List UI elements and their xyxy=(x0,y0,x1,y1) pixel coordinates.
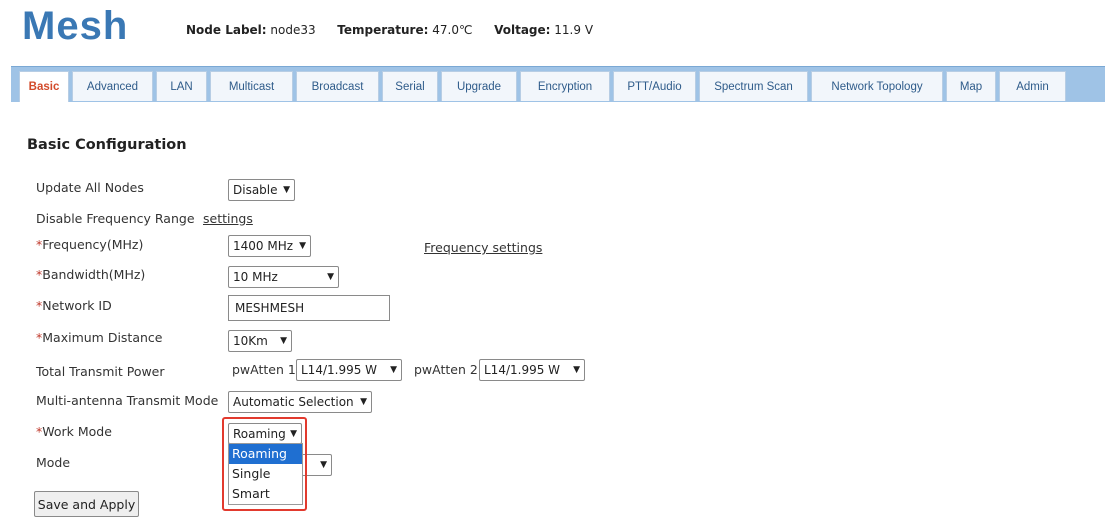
multi-antenna-label: Multi-antenna Transmit Mode xyxy=(36,393,219,408)
tab-ptt-audio[interactable]: PTT/Audio xyxy=(613,71,696,101)
mode-label: Mode xyxy=(36,455,71,470)
maximum-distance-value: 10Km xyxy=(233,334,268,348)
frequency-label: *Frequency(MHz) xyxy=(36,237,143,252)
total-transmit-power-label: Total Transmit Power xyxy=(36,364,165,379)
maximum-distance-label-text: Maximum Distance xyxy=(42,330,163,345)
chevron-down-icon: ▼ xyxy=(280,336,287,346)
network-id-input[interactable]: MESHMESH xyxy=(228,295,390,321)
tab-bar: Basic Advanced LAN Multicast Broadcast S… xyxy=(11,66,1105,102)
pwatten1-label: pwAtten 1 xyxy=(232,362,296,377)
tab-upgrade[interactable]: Upgrade xyxy=(441,71,517,101)
bandwidth-label-text: Bandwidth(MHz) xyxy=(42,267,146,282)
voltage-value: 11.9 V xyxy=(554,23,594,37)
chevron-down-icon: ▼ xyxy=(320,460,327,470)
tab-spectrum-scan[interactable]: Spectrum Scan xyxy=(699,71,808,101)
voltage-key: Voltage: xyxy=(494,23,551,37)
highlight-annotation-box xyxy=(222,417,307,511)
pwatten1-value: L14/1.995 W xyxy=(301,363,378,377)
tab-lan[interactable]: LAN xyxy=(156,71,207,101)
work-mode-label: *Work Mode xyxy=(36,424,112,439)
app-logo: Mesh xyxy=(22,4,129,48)
tab-multicast[interactable]: Multicast xyxy=(210,71,293,101)
chevron-down-icon: ▼ xyxy=(573,365,580,375)
multi-antenna-value: Automatic Selection xyxy=(233,395,354,409)
tab-encryption[interactable]: Encryption xyxy=(520,71,610,101)
tab-serial[interactable]: Serial xyxy=(382,71,438,101)
tab-map[interactable]: Map xyxy=(946,71,996,101)
save-and-apply-button[interactable]: Save and Apply xyxy=(34,491,139,517)
disable-frequency-settings-link[interactable]: settings xyxy=(203,211,253,226)
disable-frequency-range-label: Disable Frequency Range xyxy=(36,211,195,226)
temperature-value: 47.0℃ xyxy=(432,23,473,37)
update-all-nodes-label: Update All Nodes xyxy=(36,180,144,195)
status-bar: Node Label: node33 Temperature: 47.0℃ Vo… xyxy=(186,23,593,37)
network-id-label: *Network ID xyxy=(36,298,112,313)
bandwidth-value: 10 MHz xyxy=(233,270,278,284)
chevron-down-icon: ▼ xyxy=(283,185,290,195)
bandwidth-select[interactable]: 10 MHz ▼ xyxy=(228,266,339,288)
frequency-value: 1400 MHz xyxy=(233,239,294,253)
network-id-label-text: Network ID xyxy=(42,298,112,313)
chevron-down-icon: ▼ xyxy=(360,397,367,407)
tab-advanced[interactable]: Advanced xyxy=(72,71,153,101)
chevron-down-icon: ▼ xyxy=(299,241,306,251)
section-title: Basic Configuration xyxy=(27,137,187,153)
tab-admin[interactable]: Admin xyxy=(999,71,1066,101)
node-label-key: Node Label: xyxy=(186,23,267,37)
pwatten2-select[interactable]: L14/1.995 W ▼ xyxy=(479,359,585,381)
frequency-label-text: Frequency(MHz) xyxy=(42,237,144,252)
tab-network-topology[interactable]: Network Topology xyxy=(811,71,943,101)
multi-antenna-select[interactable]: Automatic Selection ▼ xyxy=(228,391,372,413)
pwatten2-label: pwAtten 2 xyxy=(414,362,478,377)
tab-basic[interactable]: Basic xyxy=(19,71,69,102)
update-all-nodes-value: Disable xyxy=(233,183,278,197)
maximum-distance-label: *Maximum Distance xyxy=(36,330,162,345)
frequency-settings-link[interactable]: Frequency settings xyxy=(424,240,542,255)
temperature-key: Temperature: xyxy=(337,23,429,37)
pwatten1-select[interactable]: L14/1.995 W ▼ xyxy=(296,359,402,381)
frequency-select[interactable]: 1400 MHz ▼ xyxy=(228,235,311,257)
pwatten2-value: L14/1.995 W xyxy=(484,363,561,377)
chevron-down-icon: ▼ xyxy=(327,272,334,282)
update-all-nodes-select[interactable]: Disable ▼ xyxy=(228,179,295,201)
tab-broadcast[interactable]: Broadcast xyxy=(296,71,379,101)
bandwidth-label: *Bandwidth(MHz) xyxy=(36,267,145,282)
work-mode-label-text: Work Mode xyxy=(42,424,112,439)
node-label-value: node33 xyxy=(270,23,316,37)
chevron-down-icon: ▼ xyxy=(390,365,397,375)
maximum-distance-select[interactable]: 10Km ▼ xyxy=(228,330,292,352)
